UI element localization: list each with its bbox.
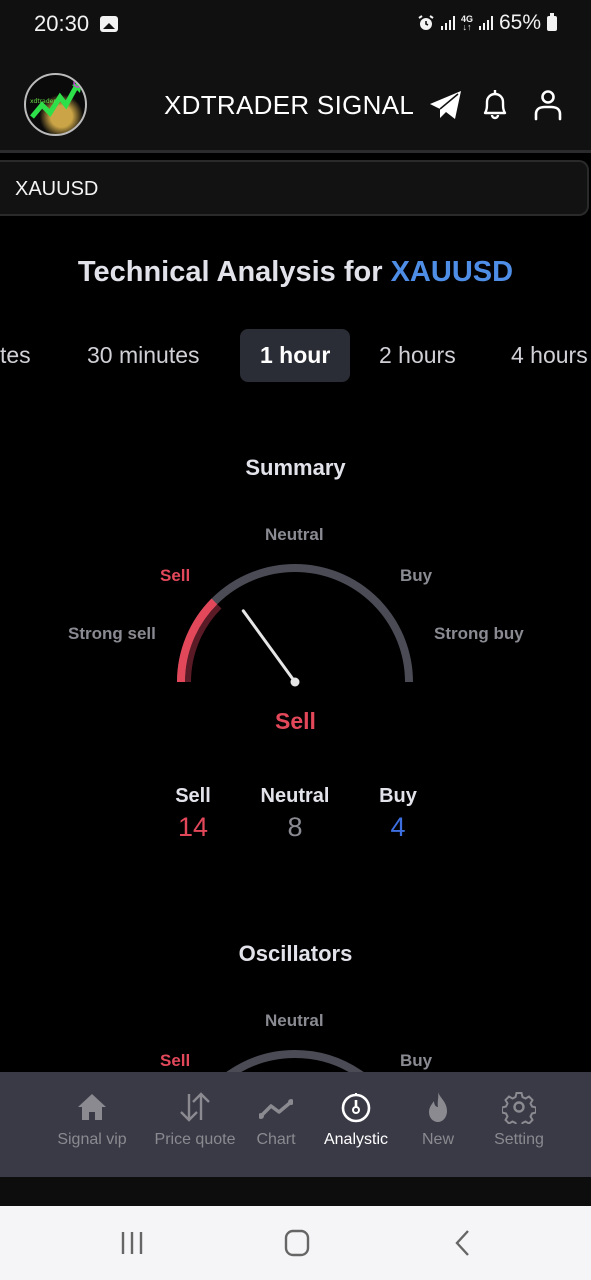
nav-label: Signal vip <box>57 1131 127 1148</box>
header-divider <box>0 150 591 153</box>
count-buy: Buy 4 <box>338 785 458 843</box>
fire-icon <box>429 1092 447 1122</box>
user-icon[interactable] <box>530 87 566 123</box>
up-down-arrows-icon <box>180 1092 210 1122</box>
gear-icon <box>501 1092 537 1128</box>
tab-15-minutes[interactable]: tes <box>0 329 51 382</box>
tab-4-hours[interactable]: 4 hours <box>491 329 591 382</box>
system-nav-bar <box>0 1206 591 1280</box>
count-neutral: Neutral 8 <box>235 785 355 843</box>
osc-label-neutral: Neutral <box>265 1011 324 1030</box>
svg-text:xdtrader: xdtrader <box>30 98 56 105</box>
page-title-prefix: Technical Analysis for <box>77 256 383 288</box>
tab-30-minutes[interactable]: 30 minutes <box>67 329 220 382</box>
back-icon[interactable] <box>442 1228 482 1258</box>
oscillators-title: Oscillators <box>238 941 353 966</box>
status-icons: 4G ↓↑ 65% <box>417 11 557 35</box>
alarm-icon <box>418 15 434 30</box>
timeframe-tabs: tes 30 minutes 1 hour 2 hours 4 hours <box>0 329 591 382</box>
symbol-input[interactable]: XAUUSD <box>0 160 589 216</box>
nav-setting[interactable]: Setting <box>469 1090 569 1149</box>
nav-label: Setting <box>494 1131 544 1148</box>
summary-title: Summary <box>245 455 346 480</box>
count-neutral-value: 8 <box>287 812 303 842</box>
signal-icon <box>478 16 493 30</box>
summary-result: Sell <box>275 708 316 734</box>
app-bar: xdtrader XDTRADER SIGNAL <box>0 50 591 150</box>
battery-icon <box>547 12 557 31</box>
line-chart-icon <box>258 1099 294 1119</box>
page-title: Technical Analysis for XAUUSD <box>0 256 591 289</box>
gauge-icon <box>341 1093 371 1123</box>
status-time: 20:30 <box>34 11 90 36</box>
bell-icon[interactable] <box>477 87 513 123</box>
gallery-icon <box>100 16 118 32</box>
summary-counts: Sell 14 Neutral 8 Buy 4 <box>0 785 591 855</box>
network-4g-icon: 4G ↓↑ <box>460 14 473 32</box>
nav-signal-vip[interactable]: Signal vip <box>42 1090 142 1149</box>
battery-percent: 65% <box>498 11 541 34</box>
page-title-symbol: XAUUSD <box>390 256 514 288</box>
osc-gauge-track <box>226 1050 364 1072</box>
tab-1-hour[interactable]: 1 hour <box>240 329 351 382</box>
signal-icon <box>440 16 455 30</box>
app-title: XDTRADER SIGNAL <box>164 90 415 120</box>
recents-icon[interactable] <box>112 1228 152 1258</box>
tab-2-hours[interactable]: 2 hours <box>359 329 476 382</box>
summary-gauge <box>177 564 413 687</box>
count-buy-label: Buy <box>379 785 417 807</box>
gauge-needle-hub <box>290 677 300 687</box>
app-logo[interactable]: xdtrader <box>24 73 87 136</box>
symbol-input-value: XAUUSD <box>15 178 99 200</box>
count-neutral-label: Neutral <box>260 785 330 807</box>
telegram-icon[interactable] <box>428 87 464 123</box>
oscillators-gauge <box>226 1050 364 1072</box>
status-bar: 20:30 4G ↓↑ 65% <box>0 0 591 50</box>
bottom-spacer <box>0 1177 591 1206</box>
home-icon[interactable] <box>277 1228 317 1258</box>
bottom-nav: Signal vip Price quote Chart Analystic N… <box>0 1072 591 1177</box>
home-icon <box>78 1094 106 1120</box>
count-buy-value: 4 <box>390 812 406 842</box>
logo-chart-icon: xdtrader <box>30 78 83 119</box>
gauge-track <box>177 564 413 683</box>
gauge-needle <box>241 609 297 684</box>
